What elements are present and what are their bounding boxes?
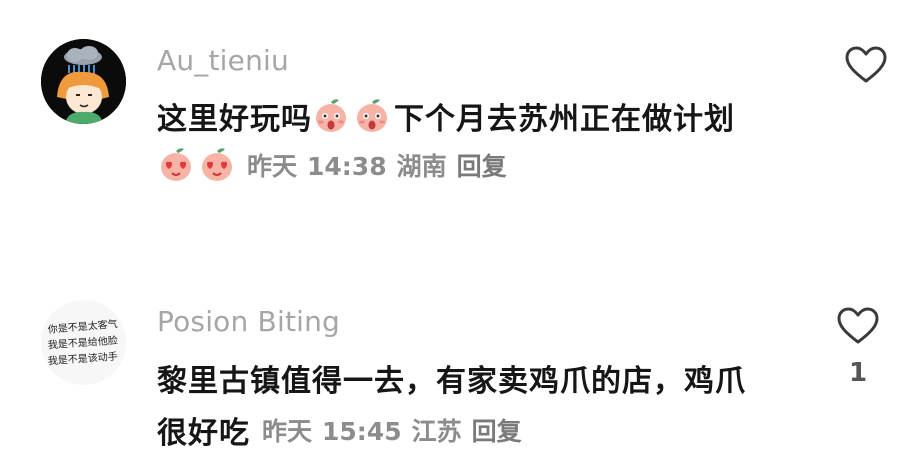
comment-item: 你是不是太客气 我是不是给他脸 我是不是该动手 Posion Biting 黎里… bbox=[0, 270, 918, 466]
comment-meta: 昨天 14:38 湖南 回复 bbox=[157, 146, 507, 184]
comment-text: 这里好玩吗 下个月去苏州正在做计划 bbox=[157, 94, 735, 138]
like-button[interactable] bbox=[836, 306, 880, 346]
heart-outline-icon bbox=[837, 307, 879, 344]
comment-text-part: 下个月去苏州正在做计划 bbox=[394, 102, 735, 137]
comment-location: 湖南 bbox=[396, 152, 447, 181]
peach-heart-eyes-emoji bbox=[202, 148, 232, 181]
username[interactable]: Au_tieniu bbox=[157, 44, 289, 77]
comment-timestamp: 昨天 15:45 江苏 bbox=[262, 412, 462, 448]
comment-meta: 很好吃 昨天 15:45 江苏 回复 bbox=[157, 408, 522, 452]
comment-date: 昨天 bbox=[262, 417, 313, 446]
avatar[interactable]: 你是不是太客气 我是不是给他脸 我是不是该动手 bbox=[41, 300, 126, 385]
username[interactable]: Posion Biting bbox=[157, 305, 340, 338]
comment-time: 15:45 bbox=[322, 417, 402, 446]
cartoon-avatar-image bbox=[41, 39, 126, 124]
comment-text-line: 黎里古镇值得一去，有家卖鸡爪的店，鸡爪 bbox=[157, 364, 746, 399]
like-button[interactable] bbox=[844, 45, 888, 85]
comment-time: 14:38 bbox=[307, 152, 387, 181]
handwriting-avatar-image: 你是不是太客气 我是不是给他脸 我是不是该动手 bbox=[41, 300, 126, 385]
like-count: 1 bbox=[848, 358, 868, 388]
comment-text-line: 很好吃 bbox=[157, 416, 250, 451]
peach-heart-eyes-emoji bbox=[161, 148, 191, 181]
reply-button[interactable]: 回复 bbox=[472, 412, 522, 448]
heart-outline-icon bbox=[845, 46, 887, 83]
avatar[interactable] bbox=[41, 39, 126, 124]
comment-location: 江苏 bbox=[411, 417, 462, 446]
comment-date: 昨天 bbox=[247, 152, 298, 181]
peach-shocked-emoji bbox=[316, 99, 346, 132]
peach-shocked-emoji bbox=[357, 99, 387, 132]
comment-timestamp: 昨天 14:38 湖南 bbox=[247, 147, 447, 183]
reply-button[interactable]: 回复 bbox=[457, 147, 507, 183]
comment-item: Au_tieniu 这里好玩吗 下个月去苏州正在做计划 昨天 14:38 湖南 … bbox=[0, 0, 918, 230]
comment-text-part: 这里好玩吗 bbox=[157, 102, 312, 137]
